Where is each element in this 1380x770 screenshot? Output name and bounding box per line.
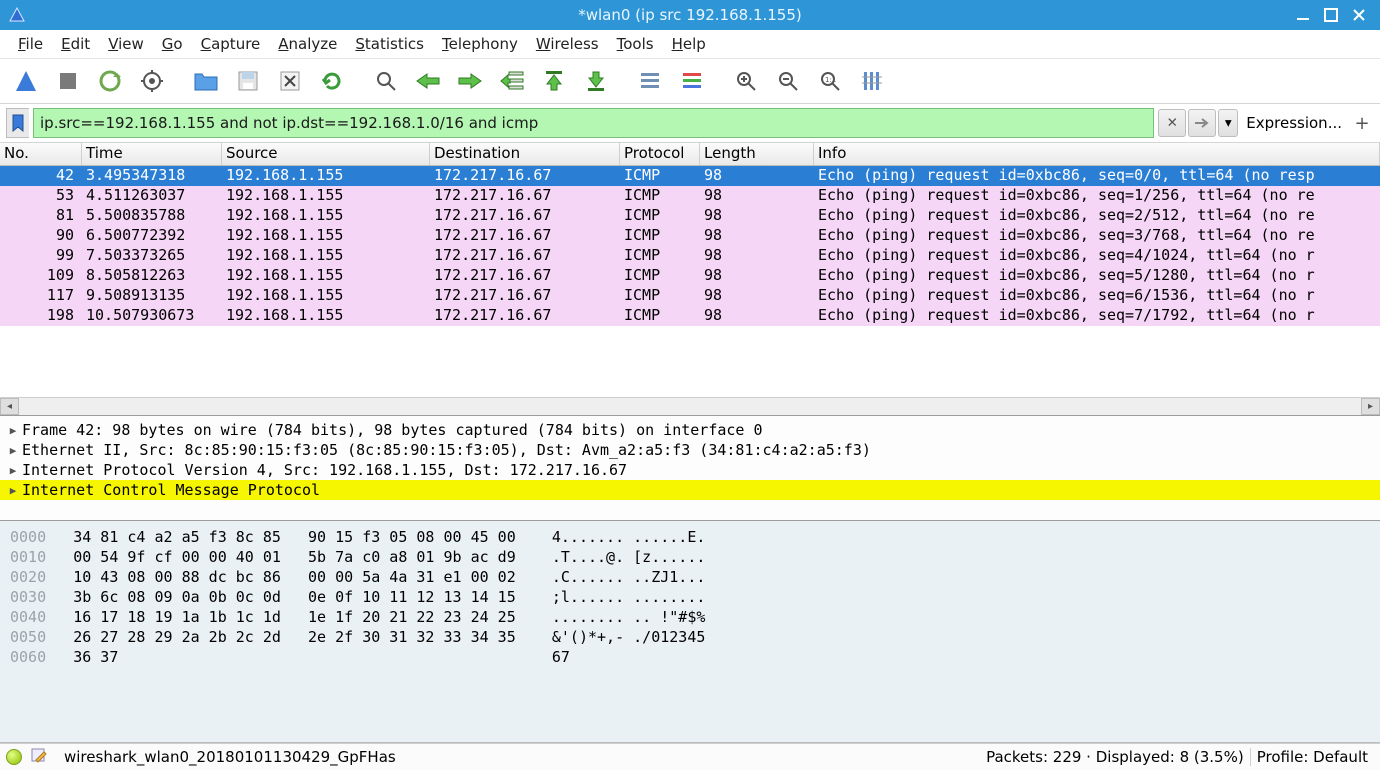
column-header[interactable]: Source [222,143,430,165]
hex-row[interactable]: 0060 36 37 67 [10,647,1370,667]
go-forward-button[interactable] [450,63,490,99]
menu-capture[interactable]: Capture [193,32,269,56]
hex-row[interactable]: 0020 10 43 08 00 88 dc bc 86 00 00 5a 4a… [10,567,1370,587]
status-bar: wireshark_wlan0_20180101130429_GpFHas Pa… [0,743,1380,770]
detail-row[interactable]: ▶Frame 42: 98 bytes on wire (784 bits), … [0,420,1380,440]
toolbar: 1:1 [0,59,1380,104]
expand-icon[interactable]: ▶ [4,444,22,457]
menu-bar: FileEditViewGoCaptureAnalyzeStatisticsTe… [0,30,1380,59]
shark-fin-icon[interactable] [6,63,46,99]
packet-row[interactable]: 906.500772392192.168.1.155172.217.16.67I… [0,226,1380,246]
menu-wireless[interactable]: Wireless [528,32,607,56]
menu-telephony[interactable]: Telephony [434,32,526,56]
menu-analyze[interactable]: Analyze [270,32,345,56]
capture-options-button[interactable] [132,63,172,99]
save-file-button[interactable] [228,63,268,99]
packet-bytes-pane[interactable]: 0000 34 81 c4 a2 a5 f3 8c 85 90 15 f3 05… [0,521,1380,743]
minimize-button[interactable] [1296,8,1310,22]
packet-details-pane[interactable]: ▶Frame 42: 98 bytes on wire (784 bits), … [0,416,1380,521]
filter-history-dropdown[interactable]: ▾ [1218,109,1238,137]
capture-file-label: wireshark_wlan0_20180101130429_GpFHas [64,748,396,766]
reload-button[interactable] [312,63,352,99]
zoom-reset-button[interactable]: 1:1 [810,63,850,99]
packet-row[interactable]: 19810.507930673192.168.1.155172.217.16.6… [0,306,1380,326]
menu-file[interactable]: File [10,32,51,56]
edit-capture-comment-icon[interactable] [30,746,48,768]
clear-filter-button[interactable]: ✕ [1158,109,1186,137]
hex-row[interactable]: 0030 3b 6c 08 09 0a 0b 0c 0d 0e 0f 10 11… [10,587,1370,607]
svg-text:1:1: 1:1 [825,76,836,84]
display-filter-bar: ✕ ▾ Expression... + [0,104,1380,143]
window-title: *wlan0 (ip src 192.168.1.155) [0,6,1380,24]
goto-packet-button[interactable] [492,63,532,99]
column-header[interactable]: Protocol [620,143,700,165]
menu-help[interactable]: Help [664,32,714,56]
packet-list-pane: No.TimeSourceDestinationProtocolLengthIn… [0,143,1380,416]
expression-button[interactable]: Expression... [1240,114,1348,132]
menu-tools[interactable]: Tools [609,32,662,56]
profile-label[interactable]: Profile: Default [1257,748,1374,766]
menu-view[interactable]: View [100,32,152,56]
maximize-button[interactable] [1324,8,1338,22]
scroll-left-icon[interactable]: ◂ [0,398,19,415]
expert-info-icon[interactable] [6,749,22,765]
packet-row[interactable]: 423.495347318192.168.1.155172.217.16.67I… [0,166,1380,186]
auto-scroll-button[interactable] [630,63,670,99]
column-header[interactable]: Info [814,143,1380,165]
find-packet-button[interactable] [366,63,406,99]
packet-list-body[interactable]: 423.495347318192.168.1.155172.217.16.67I… [0,166,1380,398]
hex-row[interactable]: 0000 34 81 c4 a2 a5 f3 8c 85 90 15 f3 05… [10,527,1370,547]
close-file-button[interactable] [270,63,310,99]
packet-count-label: Packets: 229 · Displayed: 8 (3.5%) [986,748,1244,766]
column-header[interactable]: Destination [430,143,620,165]
colorize-button[interactable] [672,63,712,99]
packet-row[interactable]: 815.500835788192.168.1.155172.217.16.67I… [0,206,1380,226]
restart-capture-button[interactable] [90,63,130,99]
stop-capture-button[interactable] [48,63,88,99]
add-filter-button[interactable]: + [1350,113,1374,134]
packet-row[interactable]: 534.511263037192.168.1.155172.217.16.67I… [0,186,1380,206]
resize-columns-button[interactable] [852,63,892,99]
packet-list-scrollbar[interactable]: ◂ ▸ [0,397,1380,415]
zoom-in-button[interactable] [726,63,766,99]
packet-row[interactable]: 997.503373265192.168.1.155172.217.16.67I… [0,246,1380,266]
go-back-button[interactable] [408,63,448,99]
scroll-right-icon[interactable]: ▸ [1361,398,1380,415]
hex-row[interactable]: 0040 16 17 18 19 1a 1b 1c 1d 1e 1f 20 21… [10,607,1370,627]
packet-row[interactable]: 1179.508913135192.168.1.155172.217.16.67… [0,286,1380,306]
goto-first-packet-button[interactable] [534,63,574,99]
packet-list-header[interactable]: No.TimeSourceDestinationProtocolLengthIn… [0,143,1380,166]
hex-row[interactable]: 0010 00 54 9f cf 00 00 40 01 5b 7a c0 a8… [10,547,1370,567]
goto-last-packet-button[interactable] [576,63,616,99]
detail-row[interactable]: ▶Internet Control Message Protocol [0,480,1380,500]
expand-icon[interactable]: ▶ [4,464,22,477]
title-bar: *wlan0 (ip src 192.168.1.155) [0,0,1380,30]
menu-edit[interactable]: Edit [53,32,98,56]
open-file-button[interactable] [186,63,226,99]
column-header[interactable]: Time [82,143,222,165]
menu-go[interactable]: Go [154,32,191,56]
close-button[interactable] [1352,8,1366,22]
bookmark-icon[interactable] [6,108,29,138]
column-header[interactable]: No. [0,143,82,165]
zoom-out-button[interactable] [768,63,808,99]
expand-icon[interactable]: ▶ [4,484,22,497]
menu-statistics[interactable]: Statistics [347,32,432,56]
column-header[interactable]: Length [700,143,814,165]
detail-row[interactable]: ▶Internet Protocol Version 4, Src: 192.1… [0,460,1380,480]
expand-icon[interactable]: ▶ [4,424,22,437]
hex-row[interactable]: 0050 26 27 28 29 2a 2b 2c 2d 2e 2f 30 31… [10,627,1370,647]
packet-row[interactable]: 1098.505812263192.168.1.155172.217.16.67… [0,266,1380,286]
detail-row[interactable]: ▶Ethernet II, Src: 8c:85:90:15:f3:05 (8c… [0,440,1380,460]
apply-filter-button[interactable] [1188,109,1216,137]
display-filter-input[interactable] [33,108,1154,138]
